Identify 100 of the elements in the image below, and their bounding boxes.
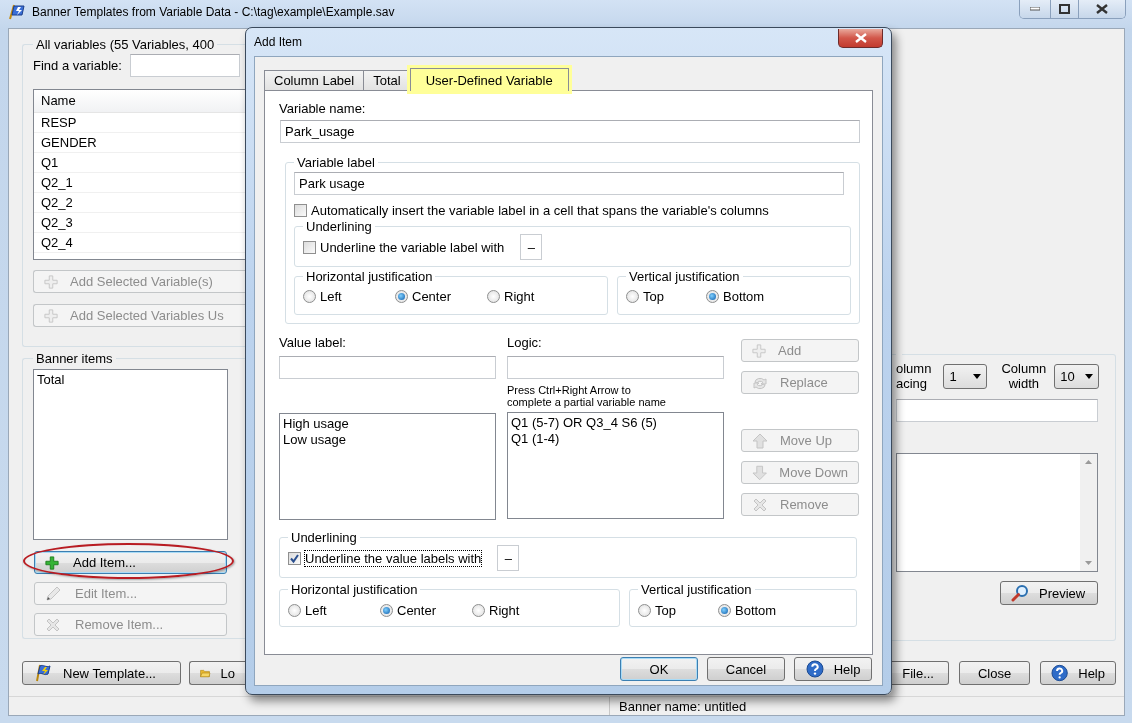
field-label: Logic: <box>507 335 543 350</box>
table-cell: Q2_1 <box>34 172 245 192</box>
push-button[interactable]: Cancel <box>707 657 785 681</box>
search-field[interactable] <box>129 54 240 77</box>
group-heading: Vertical justification <box>629 269 740 284</box>
field-label: Find a variable: <box>33 58 122 73</box>
help-button[interactable]: Help <box>794 657 872 681</box>
text-field[interactable] <box>896 399 1098 422</box>
close-button[interactable] <box>838 28 883 48</box>
table-cell: RESP <box>34 112 245 132</box>
push-button[interactable]: OK <box>620 657 698 681</box>
character-field[interactable]: – <box>520 234 543 260</box>
radio-label: Left <box>320 289 342 304</box>
close-icon <box>854 32 867 43</box>
dropdown[interactable]: 1 <box>943 363 988 389</box>
radio-label: Bottom <box>735 603 777 618</box>
maximize-button[interactable] <box>1050 0 1078 18</box>
radio-button[interactable] <box>472 604 485 617</box>
plus-icon <box>44 274 58 289</box>
logic-list[interactable]: Q1 (5-7) OR Q3_4 S6 (5) Q1 (1-4) <box>507 412 724 519</box>
dialog-title: Add Item <box>254 35 303 49</box>
tab[interactable]: User-Defined Variable <box>409 68 569 91</box>
radio-label: Right <box>489 603 520 618</box>
variable-name-field[interactable]: Park_usage <box>280 120 860 143</box>
table-cell: GENDER <box>34 132 245 152</box>
radio-button[interactable] <box>380 604 393 617</box>
cross-icon <box>752 496 768 513</box>
radio-button[interactable] <box>718 604 731 617</box>
group-heading: Variable label <box>297 155 375 170</box>
table-cell: Q2_2 <box>34 192 245 212</box>
plus-icon <box>44 308 58 323</box>
caret-icon <box>1085 373 1094 379</box>
plus-icon <box>45 555 59 570</box>
variable-label-field[interactable]: Park usage <box>294 172 844 195</box>
group-heading: Horizontal justification <box>291 582 418 597</box>
pencil-icon <box>45 585 61 602</box>
load-button[interactable]: Lo <box>189 661 245 685</box>
radio-label: Center <box>412 289 452 304</box>
field-label: olumn acing <box>896 361 932 391</box>
table-cell: Q2_3 <box>34 212 245 232</box>
text-area[interactable] <box>896 453 1098 572</box>
group-heading: Underlining <box>306 219 372 234</box>
radio-label: Left <box>305 603 327 618</box>
group-heading: Vertical justification <box>641 582 752 597</box>
table-cell: Q2_4 <box>34 232 245 252</box>
radio-button[interactable] <box>626 290 639 303</box>
field-label: Value label: <box>279 335 347 350</box>
radio-button[interactable] <box>638 604 651 617</box>
list-item[interactable]: Low usage <box>283 432 492 448</box>
radio-button[interactable] <box>303 290 316 303</box>
banner-items-list[interactable]: Total <box>33 369 228 540</box>
status-text: Banner name: untitled <box>609 697 747 715</box>
help-button[interactable]: Help <box>1040 661 1116 685</box>
window-title: Banner Templates from Variable Data - C:\tag\example\Example.sav <box>32 5 395 19</box>
radio-label: Right <box>504 289 535 304</box>
search-icon <box>1011 584 1029 602</box>
checkbox[interactable] <box>303 240 316 254</box>
radio-label: Center <box>397 603 437 618</box>
close-button[interactable] <box>1078 0 1125 18</box>
value-label-field[interactable] <box>279 356 496 379</box>
group-heading: Underlining <box>291 530 357 545</box>
value-label-list[interactable]: High usage Low usage <box>279 413 496 520</box>
close-icon <box>1096 3 1108 14</box>
tab[interactable]: Column Label <box>264 70 365 90</box>
new-template-button[interactable]: New Template... <box>22 661 181 685</box>
radio-button[interactable] <box>487 290 500 303</box>
list-item[interactable]: Q1 (1-4) <box>511 431 720 447</box>
arrow-down-icon <box>752 464 768 481</box>
checkbox[interactable] <box>294 204 307 217</box>
group-heading: All variables (55 Variables, 400 <box>36 37 215 52</box>
dropdown[interactable]: 10 <box>1054 363 1100 389</box>
checkbox[interactable] <box>288 551 301 565</box>
radio-button[interactable] <box>706 290 719 303</box>
preview-button[interactable]: Preview <box>1000 581 1098 605</box>
list-item[interactable]: High usage <box>283 416 492 432</box>
checkbox-label: Underline the value labels with <box>305 550 482 566</box>
character-field[interactable]: – <box>497 545 520 571</box>
maximize-icon <box>1059 3 1070 14</box>
push-button[interactable]: Close <box>959 661 1030 685</box>
checkbox-label: Underline the variable label with <box>320 239 505 255</box>
radio-button[interactable] <box>395 290 408 303</box>
push-button[interactable]: File... <box>889 661 949 685</box>
field-label: Variable name: <box>279 101 367 116</box>
table-cell: Q1 <box>34 152 245 172</box>
list-item[interactable]: Total <box>37 372 224 388</box>
scrollbar[interactable] <box>1080 454 1097 571</box>
flag-icon <box>33 664 53 682</box>
minimize-icon <box>1030 6 1040 11</box>
list-item[interactable]: Q1 (5-7) OR Q3_4 S6 (5) <box>511 415 720 431</box>
radio-label: Bottom <box>723 289 765 304</box>
caret-icon <box>973 373 982 379</box>
logic-field[interactable] <box>507 356 724 379</box>
field-label: Column width <box>1001 361 1047 391</box>
add-button[interactable]: Add Item... <box>34 551 227 574</box>
radio-label: Top <box>643 289 664 304</box>
hint-text: Press Ctrl+Right Arrow to complete a partial variable name <box>507 384 667 408</box>
radio-button[interactable] <box>288 604 301 617</box>
help-icon <box>1051 664 1069 682</box>
help-icon <box>805 660 824 678</box>
group-heading: Horizontal justification <box>306 269 433 284</box>
